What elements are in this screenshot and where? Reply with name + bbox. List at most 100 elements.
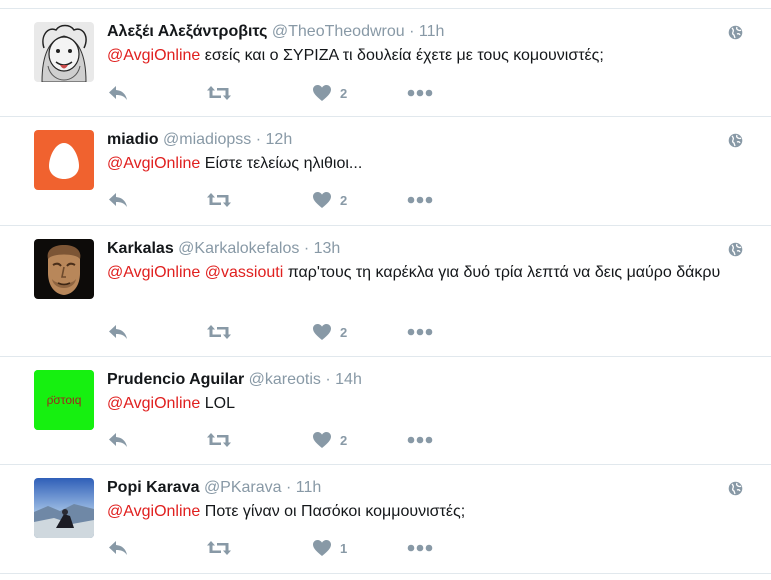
like-button[interactable]: 2 — [312, 429, 347, 451]
more-dots-icon — [407, 196, 433, 204]
tweet-actions: 2 — [107, 82, 467, 104]
heart-icon — [312, 431, 332, 449]
separator-dot: · — [325, 371, 331, 388]
separator-dot: · — [303, 240, 310, 257]
mention-link[interactable]: @AvgiOnline — [107, 47, 200, 64]
avatar[interactable] — [34, 130, 94, 190]
more-options-button[interactable] — [407, 82, 433, 104]
green-text-avatar-image: ρ̈στοιq — [34, 370, 94, 430]
mention-link[interactable]: @AvgiOnline — [107, 503, 200, 520]
separator-dot: · — [409, 23, 415, 40]
more-options-button[interactable] — [407, 429, 433, 451]
reply-button[interactable] — [107, 429, 129, 451]
reply-icon — [107, 431, 129, 449]
tweet-header: Prudencio Aguilar @kareotis · 14h — [107, 370, 362, 390]
tweet-username[interactable]: @Karkalokefalos — [178, 240, 299, 257]
like-button[interactable]: 1 — [312, 537, 347, 559]
more-options-button[interactable] — [407, 321, 433, 343]
heart-icon — [312, 539, 332, 557]
retweet-button[interactable] — [206, 429, 232, 451]
tweet-fullname[interactable]: Αλεξέι Αλεξάντροβιτς — [107, 23, 267, 40]
retweet-icon — [206, 539, 232, 557]
globe-icon — [728, 481, 743, 496]
tweet-text: @AvgiOnline LOL — [107, 393, 747, 415]
tweet-fullname[interactable]: Popi Karava — [107, 479, 199, 496]
retweet-button[interactable] — [206, 321, 232, 343]
tweet-body: παρ'τους τη καρέκλα για δυό τρία λεπτά ν… — [283, 264, 721, 281]
more-options-button[interactable] — [407, 189, 433, 211]
reply-icon — [107, 84, 129, 102]
sketch-face-avatar-image — [34, 22, 94, 82]
tweet-actions: 1 — [107, 537, 467, 559]
egg-avatar-image — [34, 130, 94, 190]
tweet-text: @AvgiOnline Είστε τελείως ηλιθιοι... — [107, 153, 747, 175]
retweet-icon — [206, 323, 232, 341]
reply-button[interactable] — [107, 321, 129, 343]
tweet-fullname[interactable]: Karkalas — [107, 240, 174, 257]
more-dots-icon — [407, 89, 433, 97]
like-button[interactable]: 2 — [312, 82, 347, 104]
avatar-text: ρ̈στοιq — [47, 393, 82, 407]
retweet-button[interactable] — [206, 537, 232, 559]
globe-icon — [728, 242, 743, 257]
avatar[interactable]: ρ̈στοιq — [34, 370, 94, 430]
tweet-header: Karkalas @Karkalokefalos · 13h — [107, 239, 340, 259]
separator-dot: · — [255, 131, 262, 148]
avatar[interactable] — [34, 478, 94, 538]
tweet-username[interactable]: @kareotis — [249, 371, 321, 388]
tweet-actions: 2 — [107, 321, 467, 343]
tweet-body: Ποτε γίναν οι Πασόκοι κομμουνιστές; — [200, 503, 466, 520]
landscape-photo-avatar-image — [34, 478, 94, 538]
reply-icon — [107, 191, 129, 209]
tweet-fullname[interactable]: miadio — [107, 131, 159, 148]
like-button[interactable]: 2 — [312, 189, 347, 211]
more-options-button[interactable] — [407, 537, 433, 559]
globe-icon — [728, 133, 743, 148]
tweet-actions: 2 — [107, 189, 467, 211]
tweet-text: @AvgiOnline @vassiouti παρ'τους τη καρέκ… — [107, 262, 737, 284]
more-dots-icon — [407, 328, 433, 336]
tweet-username[interactable]: @miadiopss — [163, 131, 251, 148]
more-dots-icon — [407, 544, 433, 552]
reply-icon — [107, 323, 129, 341]
tweet-timestamp[interactable]: 11h — [296, 479, 322, 496]
tweet-timestamp[interactable]: 13h — [314, 240, 341, 257]
tweet-timestamp[interactable]: 11h — [419, 23, 445, 40]
tweet-text: @AvgiOnline Ποτε γίναν οι Πασόκοι κομμου… — [107, 501, 747, 523]
reply-button[interactable] — [107, 537, 129, 559]
mention-link[interactable]: @vassiouti — [205, 264, 284, 281]
tweet-actions: 2 — [107, 429, 467, 451]
tweet-timestamp[interactable]: 14h — [335, 371, 362, 388]
tweet-header: Αλεξέι Αλεξάντροβιτς @TheoTheodwrou · 11… — [107, 22, 444, 42]
like-count: 2 — [340, 85, 348, 101]
avatar[interactable] — [34, 239, 94, 299]
tweet-text: @AvgiOnline εσείς και ο ΣΥΡΙΖΑ τι δουλεί… — [107, 45, 747, 67]
avatar[interactable] — [34, 22, 94, 82]
tweet-timestamp[interactable]: 12h — [266, 131, 293, 148]
tweet-item[interactable]: miadio @miadiopss · 12h @AvgiOnline Είστ… — [0, 117, 771, 226]
tweet-body: LOL — [200, 395, 236, 412]
retweet-button[interactable] — [206, 82, 232, 104]
reply-button[interactable] — [107, 82, 129, 104]
reply-button[interactable] — [107, 189, 129, 211]
tweet-username[interactable]: @PKarava — [204, 479, 282, 496]
retweet-button[interactable] — [206, 189, 232, 211]
mention-link[interactable]: @AvgiOnline — [107, 395, 200, 412]
reply-icon — [107, 539, 129, 557]
mention-link[interactable]: @AvgiOnline — [107, 264, 200, 281]
mention-link[interactable]: @AvgiOnline — [107, 155, 200, 172]
tweet-body: εσείς και ο ΣΥΡΙΖΑ τι δουλεία έχετε με τ… — [200, 47, 604, 64]
globe-icon — [728, 25, 743, 40]
tweet-item[interactable]: Αλεξέι Αλεξάντροβιτς @TheoTheodwrou · 11… — [0, 8, 771, 117]
separator-dot: · — [286, 479, 292, 496]
tweet-item[interactable]: ρ̈στοιq Prudencio Aguilar @kareotis · 14… — [0, 357, 771, 465]
ancient-mask-avatar-image — [34, 239, 94, 299]
tweet-item[interactable]: Popi Karava @PKarava · 11h @AvgiOnline Π… — [0, 465, 771, 574]
like-button[interactable]: 2 — [312, 321, 347, 343]
retweet-icon — [206, 191, 232, 209]
tweet-fullname[interactable]: Prudencio Aguilar — [107, 371, 244, 388]
tweet-header: miadio @miadiopss · 12h — [107, 130, 292, 150]
heart-icon — [312, 84, 332, 102]
tweet-username[interactable]: @TheoTheodwrou — [272, 23, 405, 40]
tweet-item[interactable]: Karkalas @Karkalokefalos · 13h @AvgiOnli… — [0, 226, 771, 357]
